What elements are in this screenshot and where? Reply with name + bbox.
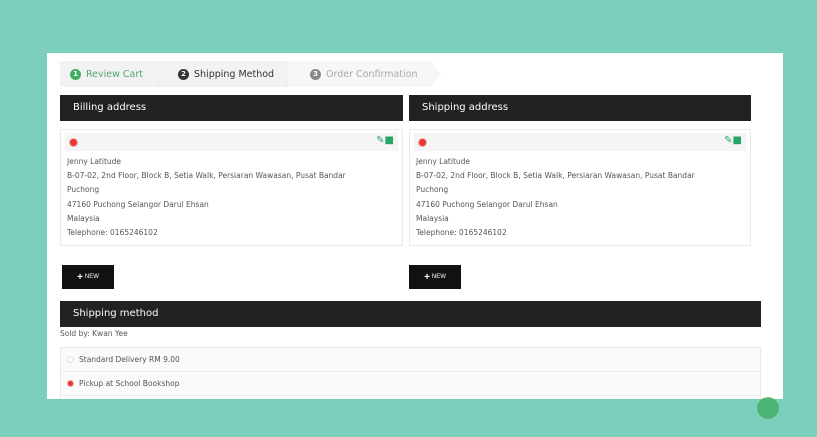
new-button-label: NEW [431,274,446,280]
new-shipping-address-button[interactable]: + NEW [409,265,461,289]
checkout-steps: 1 Review Cart 2 Shipping Method 3 Order … [60,61,441,87]
shipping-options-list: Standard Delivery RM 9.00 Pickup at Scho… [60,347,761,399]
sold-by-label: Sold by: Kwan Yee [60,329,128,338]
billing-line1: B-07-02, 2nd Floor, Block B, Setia Walk,… [67,171,346,181]
shipping-method-header: Shipping method [60,301,761,327]
option-standard-delivery[interactable]: Standard Delivery RM 9.00 [61,348,760,372]
billing-country: Malaysia [67,213,100,223]
shipping-line1: B-07-02, 2nd Floor, Block B, Setia Walk,… [416,171,695,181]
trash-icon[interactable]: ■ [385,135,394,146]
shipping-address-text: Jenny Latitude B-07-02, 2nd Floor, Block… [410,151,750,244]
shipping-phone: Telephone: 0165246102 [416,228,507,238]
step-separator [431,61,441,87]
shipping-address-header: Shipping address [409,95,751,121]
step-review-cart[interactable]: 1 Review Cart [60,61,160,87]
option-pickup-school-bookshop[interactable]: Pickup at School Bookshop [61,372,760,396]
new-button-label: NEW [84,274,99,280]
shipping-address-card[interactable]: ✎■ Jenny Latitude B-07-02, 2nd Floor, Bl… [409,129,751,246]
billing-select-radio[interactable] [70,139,77,146]
step-order-confirmation[interactable]: 3 Order Confirmation [288,61,432,87]
billing-card-toolbar: ✎■ [65,133,398,151]
checkout-frame: 1 Review Cart 2 Shipping Method 3 Order … [47,53,783,399]
option-label: Standard Delivery RM 9.00 [79,355,180,364]
shipping-line2: Puchong [416,185,449,195]
trash-icon[interactable]: ■ [733,135,742,146]
step-1-number: 1 [70,68,81,80]
shipping-name: Jenny Latitude [416,157,471,166]
shipping-card-toolbar: ✎■ [414,133,746,151]
step-1-label: Review Cart [86,68,143,80]
billing-address-card[interactable]: ✎■ Jenny Latitude B-07-02, 2nd Floor, Bl… [60,129,403,246]
billing-line2: Puchong [67,185,100,195]
billing-tools: ✎■ [376,135,394,146]
billing-phone: Telephone: 0165246102 [67,228,158,238]
plus-icon: + [77,271,83,283]
billing-address-header: Billing address [60,95,403,121]
step-3-label: Order Confirmation [326,68,418,80]
step-3-number: 3 [310,68,321,80]
new-billing-address-button[interactable]: + NEW [62,265,114,289]
step-2-number: 2 [178,68,189,80]
billing-address-text: Jenny Latitude B-07-02, 2nd Floor, Block… [61,151,402,244]
plus-icon: + [424,271,430,283]
billing-line3: 47160 Puchong Selangor Darul Ehsan [67,199,209,209]
radio-selected-icon[interactable] [67,380,74,387]
billing-name: Jenny Latitude [67,157,122,166]
shipping-country: Malaysia [416,213,449,223]
shipping-select-radio[interactable] [419,139,426,146]
pencil-icon[interactable]: ✎ [376,135,384,146]
step-shipping-method[interactable]: 2 Shipping Method [160,61,288,87]
shipping-tools: ✎■ [724,135,742,146]
radio-icon[interactable] [67,356,74,363]
step-2-label: Shipping Method [194,68,275,80]
option-label: Pickup at School Bookshop [79,379,180,388]
pencil-icon[interactable]: ✎ [724,135,732,146]
chat-bubble-icon[interactable] [757,397,779,419]
shipping-line3: 47160 Puchong Selangor Darul Ehsan [416,199,558,209]
